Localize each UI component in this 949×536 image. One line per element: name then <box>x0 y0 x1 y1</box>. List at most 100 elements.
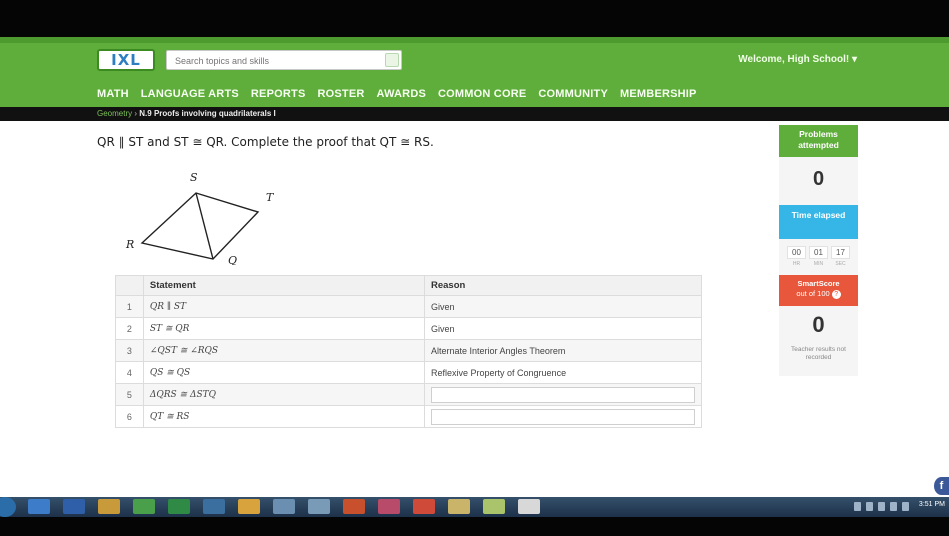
table-row: 6 QT ≅ RS <box>115 405 702 428</box>
vertex-label-q: Q <box>228 254 237 265</box>
top-letterbox <box>0 0 949 37</box>
excel-icon[interactable] <box>168 499 190 514</box>
word-icon[interactable] <box>63 499 85 514</box>
problems-attempted-count: 0 <box>779 157 858 205</box>
ie-icon[interactable] <box>28 499 50 514</box>
row-reason: Given <box>424 317 702 340</box>
timer-hours-unit: HR <box>792 261 801 267</box>
row-number: 4 <box>115 361 144 384</box>
welcome-menu[interactable]: Welcome, High School! ▾ <box>738 54 857 65</box>
tray-icon[interactable] <box>890 502 897 511</box>
tray-icon[interactable] <box>854 502 861 511</box>
vertex-label-r: R <box>125 238 134 251</box>
window-icon[interactable] <box>483 499 505 514</box>
elapsed-timer: 00 HR 01 MIN 17 SEC <box>779 239 858 275</box>
search-button[interactable] <box>385 53 399 67</box>
bottom-letterbox <box>0 517 949 536</box>
header-strip <box>0 37 949 43</box>
row-number: 2 <box>115 317 144 340</box>
row-number: 5 <box>115 383 144 406</box>
table-row: 3 ∠QST ≅ ∠RQS Alternate Interior Angles … <box>115 339 702 362</box>
ixl-logo[interactable]: IXL <box>97 49 155 71</box>
facebook-icon[interactable]: f <box>934 477 949 495</box>
time-elapsed-label: Time elapsed <box>779 205 858 239</box>
smartscore-value: 0 <box>779 306 858 346</box>
window-icon[interactable] <box>518 499 540 514</box>
network-icon[interactable] <box>273 499 295 514</box>
main-nav: MATH LANGUAGE ARTS REPORTS ROSTER AWARDS… <box>97 88 697 100</box>
row-statement: QS ≅ QS <box>142 361 426 384</box>
smartscore-subtitle: out of 100? <box>779 289 858 299</box>
nav-awards[interactable]: AWARDS <box>377 88 426 100</box>
timer-seconds: 17 SEC <box>831 246 850 275</box>
proof-table: Statement Reason 1 QR ∥ ST Given 2 ST ≅ … <box>115 275 702 428</box>
nav-common-core[interactable]: COMMON CORE <box>438 88 526 100</box>
timer-minutes-unit: MIN <box>813 261 824 267</box>
table-row: 5 ΔQRS ≅ ΔSTQ <box>115 383 702 406</box>
row-reason: Given <box>424 295 702 318</box>
row-number: 1 <box>115 295 144 318</box>
row-statement: ∠QST ≅ ∠RQS <box>142 339 426 362</box>
folder-icon[interactable] <box>238 499 260 514</box>
nav-community[interactable]: COMMUNITY <box>538 88 608 100</box>
media-icon[interactable] <box>203 499 225 514</box>
timer-seconds-unit: SEC <box>835 261 846 267</box>
timer-hours: 00 HR <box>787 246 806 275</box>
paint-icon[interactable] <box>378 499 400 514</box>
row-statement: QR ∥ ST <box>142 295 426 318</box>
windows-taskbar: 3:51 PM <box>0 497 949 517</box>
diagram-shape <box>140 192 260 260</box>
smartscore-label: SmartScore out of 100? <box>779 275 858 306</box>
browser-viewport: IXL Welcome, High School! ▾ MATH LANGUAG… <box>0 37 949 497</box>
system-tray <box>854 502 909 511</box>
row-reason <box>424 383 702 406</box>
parallelogram-diagram: S T R Q <box>125 171 275 265</box>
nav-roster[interactable]: ROSTER <box>317 88 364 100</box>
folder-icon[interactable] <box>98 499 120 514</box>
powerpoint-icon[interactable] <box>343 499 365 514</box>
proof-header-row: Statement Reason <box>115 275 702 296</box>
start-button[interactable] <box>0 497 16 517</box>
vertex-label-t: T <box>266 191 275 204</box>
row-number: 6 <box>115 405 144 428</box>
taskbar-icons <box>28 499 540 514</box>
explorer-icon[interactable] <box>413 499 435 514</box>
header-num <box>115 275 144 296</box>
search-input[interactable] <box>167 52 377 70</box>
nav-reports[interactable]: REPORTS <box>251 88 306 100</box>
help-icon[interactable]: ? <box>831 290 841 299</box>
row-reason <box>424 405 702 428</box>
tray-icon[interactable] <box>878 502 885 511</box>
progress-sidebar: Problems attempted 0 Time elapsed 00 HR … <box>779 125 858 376</box>
site-header: IXL Welcome, High School! ▾ MATH LANGUAG… <box>0 37 949 107</box>
tray-icon[interactable] <box>866 502 873 511</box>
nav-math[interactable]: MATH <box>97 88 129 100</box>
window-icon[interactable] <box>448 499 470 514</box>
mail-icon[interactable] <box>308 499 330 514</box>
header-reason: Reason <box>424 275 702 296</box>
search-box[interactable] <box>166 50 402 70</box>
timer-hours-value: 00 <box>787 246 806 259</box>
breadcrumb-current-skill: N.9 Proofs involving quadrilaterals I <box>139 109 276 118</box>
breadcrumb-link-geometry[interactable]: Geometry <box>97 109 132 118</box>
timer-seconds-value: 17 <box>831 246 850 259</box>
tray-icon[interactable] <box>902 502 909 511</box>
reason-input-6[interactable] <box>431 408 695 425</box>
breadcrumb-bar: Geometry › N.9 Proofs involving quadrila… <box>0 107 949 121</box>
row-reason: Alternate Interior Angles Theorem <box>424 339 702 362</box>
taskbar-clock[interactable]: 3:51 PM <box>919 501 945 508</box>
chrome-icon[interactable] <box>133 499 155 514</box>
table-row: 2 ST ≅ QR Given <box>115 317 702 340</box>
diagram-diagonal <box>195 192 214 260</box>
question-prompt: QR ∥ ST and ST ≅ QR. Complete the proof … <box>97 135 434 149</box>
timer-minutes: 01 MIN <box>809 246 828 275</box>
nav-membership[interactable]: MEMBERSHIP <box>620 88 697 100</box>
row-number: 3 <box>115 339 144 362</box>
nav-language-arts[interactable]: LANGUAGE ARTS <box>141 88 239 100</box>
problems-attempted-label: Problems attempted <box>779 125 858 157</box>
logo-text: IXL <box>111 51 141 69</box>
table-row: 4 QS ≅ QS Reflexive Property of Congruen… <box>115 361 702 384</box>
row-statement: QT ≅ RS <box>142 405 426 428</box>
reason-input-5[interactable] <box>431 386 695 403</box>
smartscore-title: SmartScore <box>797 279 840 288</box>
